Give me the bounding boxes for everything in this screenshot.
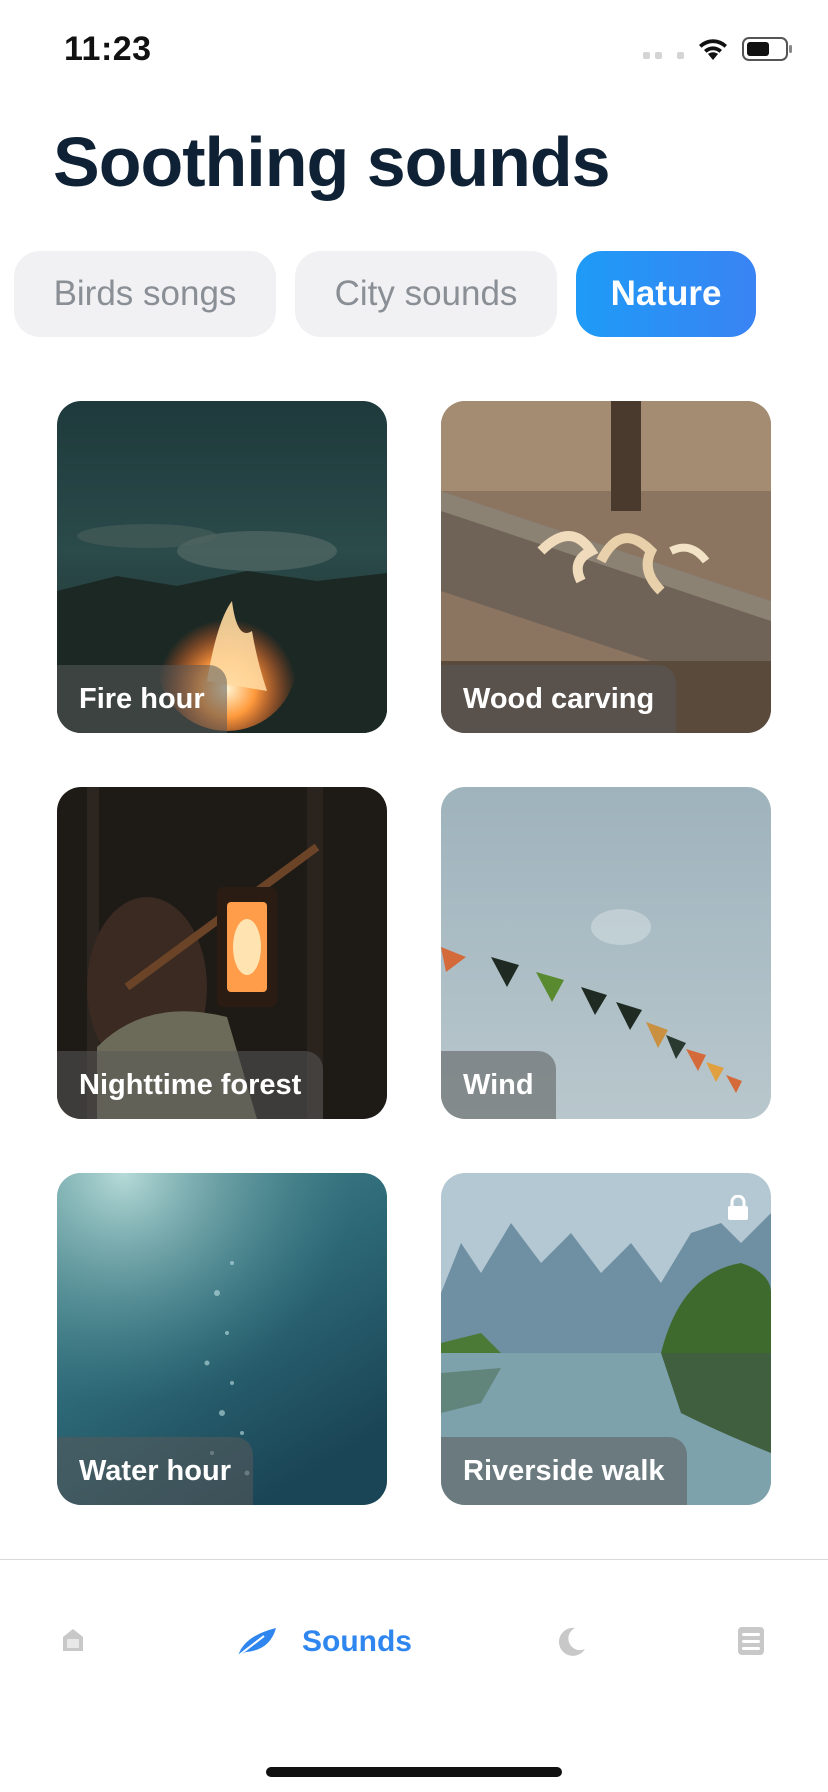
home-icon [63, 1629, 83, 1651]
card-label-bg: Wind [441, 1051, 556, 1119]
sound-card-water-hour[interactable]: Water hour [57, 1173, 387, 1505]
status-time: 11:23 [64, 30, 152, 68]
sound-card-wood-carving[interactable]: Wood carving [441, 401, 771, 733]
card-label: Nighttime forest [79, 1068, 302, 1101]
journal-icon [738, 1627, 764, 1655]
card-label: Wind [463, 1068, 534, 1101]
sound-card-fire-hour[interactable]: Fire hour [57, 401, 387, 733]
tab-home[interactable] [58, 1625, 88, 1655]
cellular-signal-icon [643, 39, 684, 59]
wifi-icon [696, 36, 730, 62]
chip-birds-songs[interactable]: Birds songs [14, 251, 276, 337]
tab-bar: Sounds [0, 1559, 828, 1792]
home-indicator[interactable] [266, 1767, 562, 1777]
card-label-bg: Water hour [57, 1437, 253, 1505]
lock-icon [728, 1195, 748, 1220]
chip-city-sounds[interactable]: City sounds [295, 251, 557, 337]
feather-icon [237, 1628, 276, 1657]
card-label-bg: Wood carving [441, 665, 677, 733]
chip-nature[interactable]: Nature [576, 251, 756, 337]
tab-label: Sounds [302, 1625, 412, 1658]
card-label-bg: Riverside walk [441, 1437, 687, 1505]
category-chips: Birds songs City sounds Nature [14, 251, 756, 337]
card-label-bg: Nighttime forest [57, 1051, 324, 1119]
status-bar: 11:23 [0, 0, 828, 100]
sound-card-nighttime-forest[interactable]: Nighttime forest [57, 787, 387, 1119]
tab-sounds[interactable]: Sounds [236, 1625, 412, 1659]
page-title: Soothing sounds [53, 123, 611, 201]
card-label: Wood carving [463, 682, 655, 715]
card-label: Riverside walk [463, 1454, 665, 1487]
tab-journal[interactable] [736, 1625, 766, 1657]
card-label: Water hour [79, 1454, 231, 1487]
moon-icon [558, 1627, 585, 1656]
sound-card-riverside-walk[interactable]: Riverside walk [441, 1173, 771, 1505]
card-label-bg: Fire hour [57, 665, 227, 733]
status-indicators [643, 34, 794, 64]
sound-card-wind[interactable]: Wind [441, 787, 771, 1119]
card-label: Fire hour [79, 682, 205, 715]
tab-sleep[interactable] [553, 1625, 587, 1659]
battery-icon [742, 36, 794, 62]
